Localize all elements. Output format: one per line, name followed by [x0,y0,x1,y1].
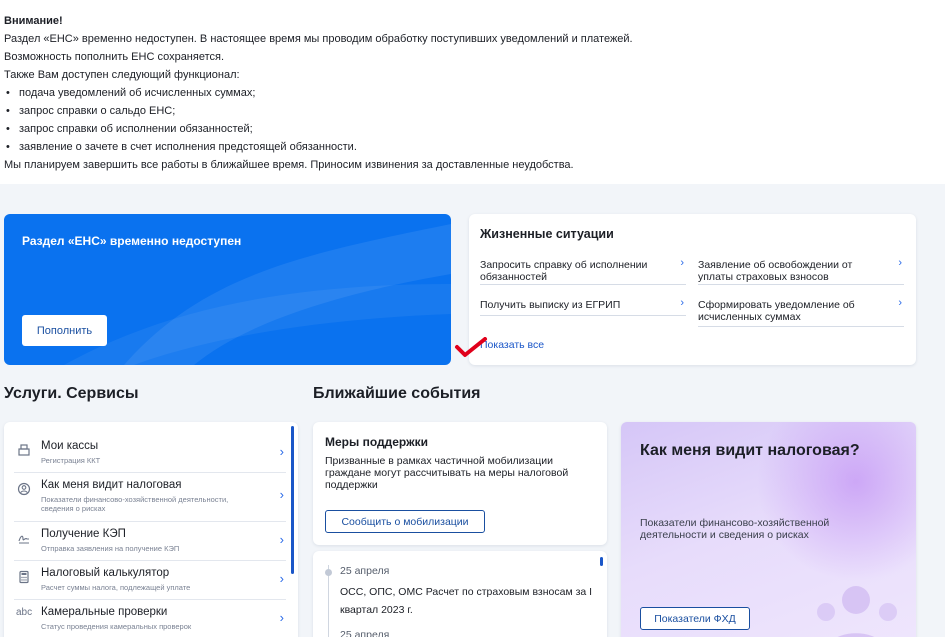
notice-bullet: запрос справки об исполнении обязанносте… [4,120,941,138]
chevron-right-icon: › [279,610,284,625]
tax-view-card: Как меня видит налоговая? Показатели фин… [621,422,916,637]
life-link-notification[interactable]: Сформировать уведомление об исчисленных … [698,297,904,327]
life-link-label: Получить выписку из ЕГРИП [480,299,621,311]
chevron-right-icon: › [898,257,902,269]
chevron-right-icon: › [680,257,684,269]
notice-title: Внимание! [4,15,63,27]
life-situations-title: Жизненные ситуации [480,227,614,241]
events-timeline-card: 25 апреля ОСС, ОПС, ОМС Расчет по страхо… [313,551,607,637]
life-link-label: Заявление об освобождении от уплаты стра… [698,259,853,283]
notice-line: Мы планируем завершить все работы в ближ… [4,159,574,171]
fhd-indicators-button[interactable]: Показатели ФХД [640,607,750,630]
event-date: 25 апреля [340,565,390,577]
report-mobilization-button[interactable]: Сообщить о мобилизации [325,510,485,533]
cash-register-icon [16,443,32,459]
notice-line: Раздел «ЕНС» временно недоступен. В наст… [4,33,633,45]
tax-view-title: Как меня видит налоговая? [640,442,860,459]
chevron-right-icon: › [279,571,284,586]
chevron-right-icon: › [279,444,284,459]
notice-bullets: подача уведомлений об исчисленных суммах… [4,84,941,156]
life-situations-card: Жизненные ситуации Запросить справку об … [469,214,916,365]
calculator-icon [16,570,32,586]
service-desk-audits[interactable]: abc Камеральные проверки Статус проведен… [14,606,286,637]
notice-line: Возможность пополнить ЕНС сохраняется. [4,51,225,63]
timeline-dot [325,569,332,576]
service-desc: Показатели финансово-хозяйственной деяте… [41,495,229,513]
event-text[interactable]: ОСС, ОПС, ОМС Расчет по страховым взноса… [340,583,598,619]
life-link-egrip[interactable]: Получить выписку из ЕГРИП › [480,297,686,316]
notice-bullet: запрос справки о сальдо ЕНС; [4,102,941,120]
notice-panel: Внимание! Раздел «ЕНС» временно недоступ… [0,0,945,184]
checkmark-icon [455,337,487,357]
service-tax-view[interactable]: Как меня видит налоговая Показатели фина… [14,479,286,522]
service-desc: Регистрация ККТ [41,456,101,465]
service-desc: Статус проведения камеральных проверок [41,622,192,631]
service-desc: Расчет суммы налога, подлежащей уплате [41,583,191,592]
service-desc: Отправка заявления на получение КЭП [41,544,180,553]
service-tax-calculator[interactable]: Налоговый калькулятор Расчет суммы налог… [14,567,286,600]
notice-line: Также Вам доступен следующий функционал: [4,69,240,81]
people-decoration-icon [817,586,897,637]
service-my-cash-registers[interactable]: Мои кассы Регистрация ККТ › [14,440,286,473]
chevron-right-icon: › [680,297,684,309]
notice-bullet: подача уведомлений об исчисленных суммах… [4,84,941,102]
service-name: Камеральные проверки [41,606,168,618]
services-scrollbar[interactable] [291,426,294,574]
events-scrollbar[interactable] [600,557,603,566]
signature-icon [16,531,32,547]
service-name: Мои кассы [41,440,99,452]
life-link-certificate[interactable]: Запросить справку об исполнении обязанно… [480,257,686,285]
event-date: 25 апреля [340,629,390,637]
service-name: Получение КЭП [41,528,126,540]
ens-banner: Раздел «ЕНС» временно недоступен Пополни… [4,214,451,365]
services-card: Мои кассы Регистрация ККТ › Как меня вид… [4,422,298,637]
notice-bullet: заявление о зачете в счет исполнения пре… [4,138,941,156]
support-measures-card: Меры поддержки Призванные в рамках части… [313,422,607,545]
service-kep[interactable]: Получение КЭП Отправка заявления на полу… [14,528,286,561]
services-section-title: Услуги. Сервисы [4,385,139,402]
tax-view-text: Показатели финансово-хозяйственной деяте… [640,517,830,541]
chevron-right-icon: › [279,487,284,502]
chevron-right-icon: › [279,532,284,547]
abc-icon: abc [16,607,33,618]
show-all-link[interactable]: Показать все [480,339,544,351]
support-title: Меры поддержки [325,435,428,449]
support-text: Призванные в рамках частичной мобилизаци… [325,455,569,491]
service-name: Налоговый калькулятор [41,567,170,579]
events-section-title: Ближайшие события [313,385,481,402]
life-link-exemption[interactable]: Заявление об освобождении от уплаты стра… [698,257,904,285]
life-link-label: Сформировать уведомление об исчисленных … [698,299,855,323]
top-up-button[interactable]: Пополнить [22,315,107,346]
life-link-label: Запросить справку об исполнении обязанно… [480,259,648,283]
service-name: Как меня видит налоговая [41,479,182,491]
chevron-right-icon: › [898,297,902,309]
banner-title: Раздел «ЕНС» временно недоступен [22,234,242,248]
user-search-icon [16,482,32,498]
